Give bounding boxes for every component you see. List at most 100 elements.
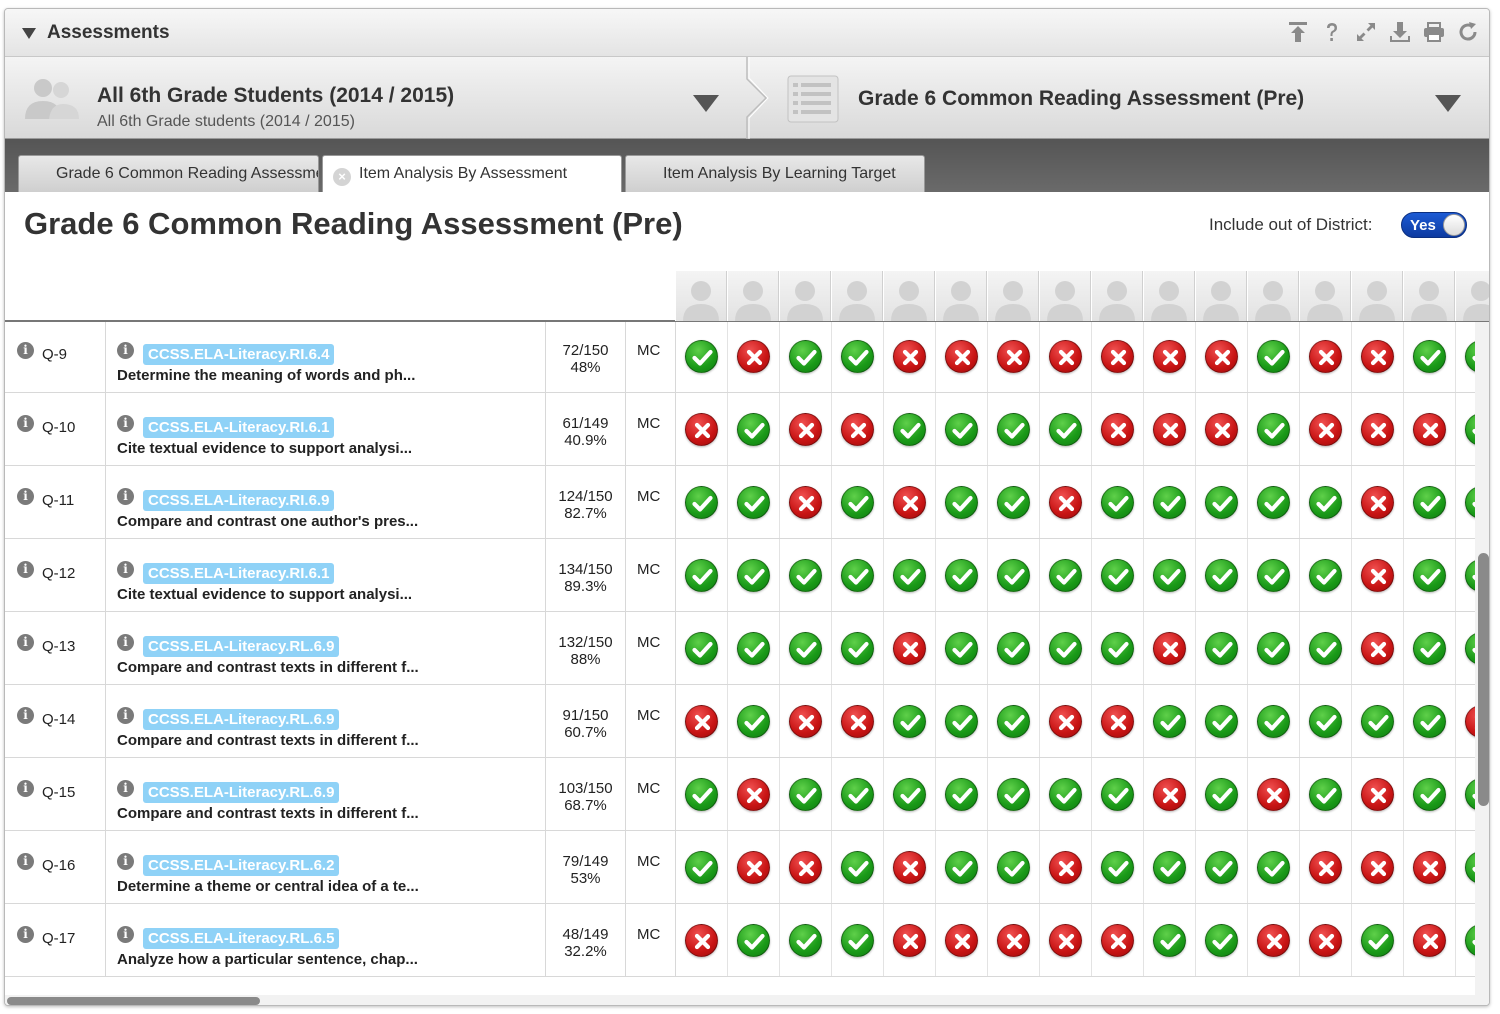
correct-check-icon[interactable] bbox=[841, 486, 874, 519]
info-icon[interactable]: i bbox=[117, 780, 134, 797]
correct-check-icon[interactable] bbox=[685, 632, 718, 665]
incorrect-x-icon[interactable] bbox=[1257, 778, 1290, 811]
info-icon[interactable]: i bbox=[117, 415, 134, 432]
correct-check-icon[interactable] bbox=[841, 851, 874, 884]
incorrect-x-icon[interactable] bbox=[1049, 340, 1082, 373]
info-icon[interactable]: i bbox=[17, 415, 34, 432]
info-icon[interactable]: i bbox=[17, 561, 34, 578]
incorrect-x-icon[interactable] bbox=[1049, 851, 1082, 884]
incorrect-x-icon[interactable] bbox=[1413, 851, 1446, 884]
help-icon[interactable] bbox=[1319, 19, 1345, 45]
expand-icon[interactable] bbox=[1353, 19, 1379, 45]
correct-check-icon[interactable] bbox=[1309, 632, 1342, 665]
correct-check-icon[interactable] bbox=[1205, 705, 1238, 738]
student-avatar-icon[interactable] bbox=[1299, 271, 1351, 321]
info-icon[interactable]: i bbox=[17, 926, 34, 943]
incorrect-x-icon[interactable] bbox=[893, 851, 926, 884]
student-avatar-icon[interactable] bbox=[1091, 271, 1143, 321]
info-icon[interactable]: i bbox=[17, 342, 34, 359]
incorrect-x-icon[interactable] bbox=[1413, 413, 1446, 446]
collapse-triangle-icon[interactable] bbox=[22, 28, 36, 39]
correct-check-icon[interactable] bbox=[945, 705, 978, 738]
vertical-scrollbar[interactable] bbox=[1475, 322, 1489, 995]
info-icon[interactable]: i bbox=[117, 707, 134, 724]
correct-check-icon[interactable] bbox=[1465, 413, 1475, 446]
correct-check-icon[interactable] bbox=[997, 632, 1030, 665]
incorrect-x-icon[interactable] bbox=[1309, 340, 1342, 373]
incorrect-x-icon[interactable] bbox=[893, 632, 926, 665]
student-avatar-icon[interactable] bbox=[1247, 271, 1299, 321]
correct-check-icon[interactable] bbox=[1101, 851, 1134, 884]
incorrect-x-icon[interactable] bbox=[997, 340, 1030, 373]
tab-item-analysis-by-assessment[interactable]: × Item Analysis By Assessment bbox=[322, 155, 622, 192]
incorrect-x-icon[interactable] bbox=[685, 413, 718, 446]
standard-badge[interactable]: CCSS.ELA-Literacy.RI.6.4 bbox=[143, 344, 335, 365]
correct-check-icon[interactable] bbox=[1361, 705, 1394, 738]
incorrect-x-icon[interactable] bbox=[789, 851, 822, 884]
correct-check-icon[interactable] bbox=[685, 778, 718, 811]
incorrect-x-icon[interactable] bbox=[1049, 705, 1082, 738]
correct-check-icon[interactable] bbox=[1413, 340, 1446, 373]
correct-check-icon[interactable] bbox=[893, 559, 926, 592]
correct-check-icon[interactable] bbox=[685, 486, 718, 519]
correct-check-icon[interactable] bbox=[997, 486, 1030, 519]
info-icon[interactable]: i bbox=[17, 853, 34, 870]
correct-check-icon[interactable] bbox=[1465, 632, 1475, 665]
assessment-dropdown-icon[interactable] bbox=[1435, 95, 1461, 112]
student-avatar-icon[interactable] bbox=[935, 271, 987, 321]
incorrect-x-icon[interactable] bbox=[1361, 851, 1394, 884]
correct-check-icon[interactable] bbox=[1153, 486, 1186, 519]
incorrect-x-icon[interactable] bbox=[737, 778, 770, 811]
correct-check-icon[interactable] bbox=[1413, 778, 1446, 811]
incorrect-x-icon[interactable] bbox=[737, 851, 770, 884]
correct-check-icon[interactable] bbox=[1465, 559, 1475, 592]
correct-check-icon[interactable] bbox=[789, 632, 822, 665]
correct-check-icon[interactable] bbox=[945, 413, 978, 446]
incorrect-x-icon[interactable] bbox=[1205, 340, 1238, 373]
incorrect-x-icon[interactable] bbox=[893, 924, 926, 957]
correct-check-icon[interactable] bbox=[789, 340, 822, 373]
correct-check-icon[interactable] bbox=[945, 559, 978, 592]
correct-check-icon[interactable] bbox=[1309, 778, 1342, 811]
correct-check-icon[interactable] bbox=[997, 559, 1030, 592]
correct-check-icon[interactable] bbox=[1361, 924, 1394, 957]
horizontal-scrollbar[interactable] bbox=[5, 995, 1489, 1005]
correct-check-icon[interactable] bbox=[1257, 486, 1290, 519]
correct-check-icon[interactable] bbox=[1049, 559, 1082, 592]
student-avatar-icon[interactable] bbox=[1351, 271, 1403, 321]
correct-check-icon[interactable] bbox=[1465, 851, 1475, 884]
correct-check-icon[interactable] bbox=[1205, 924, 1238, 957]
incorrect-x-icon[interactable] bbox=[945, 924, 978, 957]
correct-check-icon[interactable] bbox=[1049, 778, 1082, 811]
correct-check-icon[interactable] bbox=[737, 924, 770, 957]
incorrect-x-icon[interactable] bbox=[1361, 559, 1394, 592]
correct-check-icon[interactable] bbox=[997, 778, 1030, 811]
incorrect-x-icon[interactable] bbox=[1361, 486, 1394, 519]
correct-check-icon[interactable] bbox=[841, 632, 874, 665]
incorrect-x-icon[interactable] bbox=[1153, 413, 1186, 446]
tab-item-analysis-by-learning-target[interactable]: Item Analysis By Learning Target bbox=[625, 155, 925, 192]
correct-check-icon[interactable] bbox=[1153, 705, 1186, 738]
correct-check-icon[interactable] bbox=[1101, 778, 1134, 811]
correct-check-icon[interactable] bbox=[945, 778, 978, 811]
print-icon[interactable] bbox=[1421, 19, 1447, 45]
incorrect-x-icon[interactable] bbox=[945, 340, 978, 373]
incorrect-x-icon[interactable] bbox=[997, 924, 1030, 957]
correct-check-icon[interactable] bbox=[1153, 924, 1186, 957]
close-tab-icon[interactable]: × bbox=[333, 168, 351, 186]
download-icon[interactable] bbox=[1387, 19, 1413, 45]
correct-check-icon[interactable] bbox=[737, 705, 770, 738]
standard-badge[interactable]: CCSS.ELA-Literacy.RI.6.1 bbox=[143, 563, 335, 584]
correct-check-icon[interactable] bbox=[997, 705, 1030, 738]
correct-check-icon[interactable] bbox=[1413, 559, 1446, 592]
standard-badge[interactable]: CCSS.ELA-Literacy.RL.6.2 bbox=[143, 855, 340, 876]
incorrect-x-icon[interactable] bbox=[1361, 778, 1394, 811]
standard-badge[interactable]: CCSS.ELA-Literacy.RI.6.9 bbox=[143, 490, 335, 511]
incorrect-x-icon[interactable] bbox=[893, 486, 926, 519]
incorrect-x-icon[interactable] bbox=[737, 340, 770, 373]
correct-check-icon[interactable] bbox=[1413, 705, 1446, 738]
correct-check-icon[interactable] bbox=[1413, 632, 1446, 665]
incorrect-x-icon[interactable] bbox=[685, 924, 718, 957]
student-avatar-icon[interactable] bbox=[831, 271, 883, 321]
correct-check-icon[interactable] bbox=[997, 413, 1030, 446]
